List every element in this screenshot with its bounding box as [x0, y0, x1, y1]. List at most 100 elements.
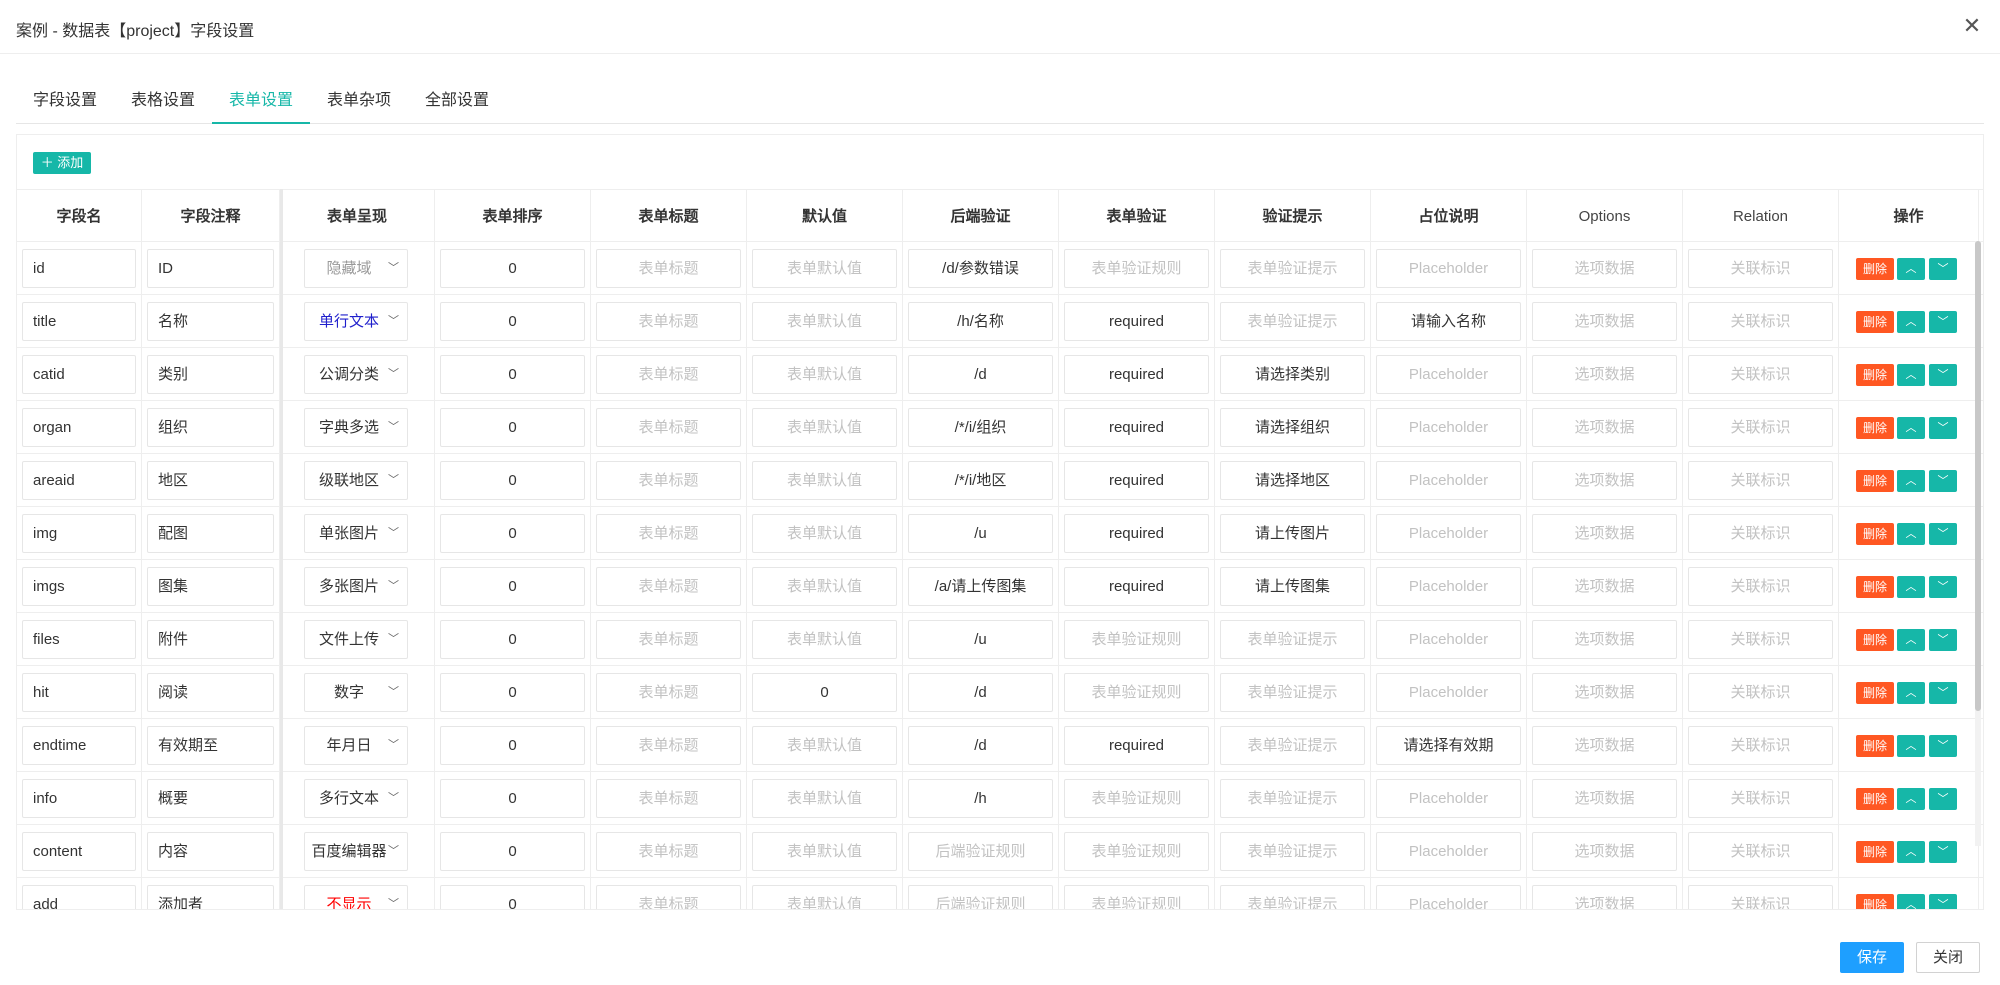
default-value-input[interactable]: 表单默认值	[752, 620, 897, 659]
placeholder-input[interactable]: Placeholder	[1376, 620, 1521, 659]
delete-button[interactable]: 删除	[1856, 364, 1894, 386]
placeholder-input[interactable]: Placeholder	[1376, 461, 1521, 500]
move-up-button[interactable]: ︿	[1897, 894, 1925, 909]
close-icon[interactable]: ✕	[1960, 14, 1984, 38]
options-input[interactable]: 选项数据	[1532, 779, 1677, 818]
form-order-input[interactable]: 0	[440, 726, 585, 765]
relation-input[interactable]: 关联标识	[1688, 726, 1833, 765]
form-title-input[interactable]: 表单标题	[596, 673, 741, 712]
validate-hint-input[interactable]: 请上传图集	[1220, 567, 1365, 606]
move-up-button[interactable]: ︿	[1897, 311, 1925, 333]
options-input[interactable]: 选项数据	[1532, 249, 1677, 288]
field-name-input[interactable]: imgs	[22, 567, 136, 606]
placeholder-input[interactable]: Placeholder	[1376, 567, 1521, 606]
form-render-select[interactable]: 百度编辑器 ﹀	[304, 832, 408, 871]
move-down-button[interactable]: ﹀	[1929, 470, 1957, 492]
form-render-select[interactable]: 多行文本 ﹀	[304, 779, 408, 818]
relation-input[interactable]: 关联标识	[1688, 620, 1833, 659]
form-order-input[interactable]: 0	[440, 832, 585, 871]
validate-hint-input[interactable]: 表单验证提示	[1220, 302, 1365, 341]
delete-button[interactable]: 删除	[1856, 894, 1894, 909]
form-title-input[interactable]: 表单标题	[596, 726, 741, 765]
field-name-input[interactable]: endtime	[22, 726, 136, 765]
placeholder-input[interactable]: 请输入名称	[1376, 302, 1521, 341]
options-input[interactable]: 选项数据	[1532, 408, 1677, 447]
move-up-button[interactable]: ︿	[1897, 841, 1925, 863]
tab-2[interactable]: 表单设置	[212, 86, 310, 124]
field-name-input[interactable]: add	[22, 885, 136, 909]
options-input[interactable]: 选项数据	[1532, 567, 1677, 606]
validate-hint-input[interactable]: 请选择地区	[1220, 461, 1365, 500]
default-value-input[interactable]: 表单默认值	[752, 779, 897, 818]
form-validate-input[interactable]: 表单验证规则	[1064, 779, 1209, 818]
move-down-button[interactable]: ﹀	[1929, 841, 1957, 863]
form-render-select[interactable]: 单行文本 ﹀	[304, 302, 408, 341]
options-input[interactable]: 选项数据	[1532, 726, 1677, 765]
delete-button[interactable]: 删除	[1856, 576, 1894, 598]
field-comment-input[interactable]: ID	[147, 249, 274, 288]
form-order-input[interactable]: 0	[440, 673, 585, 712]
form-render-select[interactable]: 多张图片 ﹀	[304, 567, 408, 606]
add-field-button[interactable]: ＋ 添加	[33, 152, 91, 174]
relation-input[interactable]: 关联标识	[1688, 567, 1833, 606]
field-comment-input[interactable]: 概要	[147, 779, 274, 818]
form-order-input[interactable]: 0	[440, 567, 585, 606]
field-name-input[interactable]: img	[22, 514, 136, 553]
default-value-input[interactable]: 表单默认值	[752, 461, 897, 500]
options-input[interactable]: 选项数据	[1532, 885, 1677, 909]
field-comment-input[interactable]: 类别	[147, 355, 274, 394]
form-render-select[interactable]: 文件上传 ﹀	[304, 620, 408, 659]
form-order-input[interactable]: 0	[440, 249, 585, 288]
default-value-input[interactable]: 表单默认值	[752, 726, 897, 765]
field-comment-input[interactable]: 添加者	[147, 885, 274, 909]
backend-validate-input[interactable]: /d	[908, 673, 1053, 712]
backend-validate-input[interactable]: /u	[908, 620, 1053, 659]
validate-hint-input[interactable]: 表单验证提示	[1220, 673, 1365, 712]
delete-button[interactable]: 删除	[1856, 258, 1894, 280]
relation-input[interactable]: 关联标识	[1688, 673, 1833, 712]
field-comment-input[interactable]: 配图	[147, 514, 274, 553]
delete-button[interactable]: 删除	[1856, 470, 1894, 492]
form-validate-input[interactable]: required	[1064, 355, 1209, 394]
form-order-input[interactable]: 0	[440, 514, 585, 553]
field-name-input[interactable]: files	[22, 620, 136, 659]
validate-hint-input[interactable]: 请选择组织	[1220, 408, 1365, 447]
move-down-button[interactable]: ﹀	[1929, 629, 1957, 651]
relation-input[interactable]: 关联标识	[1688, 514, 1833, 553]
tab-1[interactable]: 表格设置	[114, 86, 212, 124]
move-down-button[interactable]: ﹀	[1929, 894, 1957, 909]
field-comment-input[interactable]: 附件	[147, 620, 274, 659]
move-up-button[interactable]: ︿	[1897, 417, 1925, 439]
form-order-input[interactable]: 0	[440, 302, 585, 341]
delete-button[interactable]: 删除	[1856, 735, 1894, 757]
move-down-button[interactable]: ﹀	[1929, 523, 1957, 545]
form-order-input[interactable]: 0	[440, 355, 585, 394]
default-value-input[interactable]: 表单默认值	[752, 249, 897, 288]
backend-validate-input[interactable]: /d	[908, 355, 1053, 394]
options-input[interactable]: 选项数据	[1532, 832, 1677, 871]
save-button[interactable]: 保存	[1840, 942, 1904, 973]
validate-hint-input[interactable]: 表单验证提示	[1220, 620, 1365, 659]
relation-input[interactable]: 关联标识	[1688, 832, 1833, 871]
form-title-input[interactable]: 表单标题	[596, 461, 741, 500]
form-title-input[interactable]: 表单标题	[596, 620, 741, 659]
relation-input[interactable]: 关联标识	[1688, 249, 1833, 288]
form-title-input[interactable]: 表单标题	[596, 832, 741, 871]
delete-button[interactable]: 删除	[1856, 523, 1894, 545]
field-comment-input[interactable]: 有效期至	[147, 726, 274, 765]
move-up-button[interactable]: ︿	[1897, 470, 1925, 492]
move-down-button[interactable]: ﹀	[1929, 311, 1957, 333]
move-up-button[interactable]: ︿	[1897, 258, 1925, 280]
tab-0[interactable]: 字段设置	[16, 86, 114, 124]
validate-hint-input[interactable]: 表单验证提示	[1220, 249, 1365, 288]
relation-input[interactable]: 关联标识	[1688, 408, 1833, 447]
form-render-select[interactable]: 数字 ﹀	[304, 673, 408, 712]
default-value-input[interactable]: 0	[752, 673, 897, 712]
placeholder-input[interactable]: Placeholder	[1376, 355, 1521, 394]
validate-hint-input[interactable]: 表单验证提示	[1220, 885, 1365, 909]
validate-hint-input[interactable]: 表单验证提示	[1220, 832, 1365, 871]
move-down-button[interactable]: ﹀	[1929, 258, 1957, 280]
form-title-input[interactable]: 表单标题	[596, 408, 741, 447]
placeholder-input[interactable]: Placeholder	[1376, 779, 1521, 818]
form-title-input[interactable]: 表单标题	[596, 514, 741, 553]
